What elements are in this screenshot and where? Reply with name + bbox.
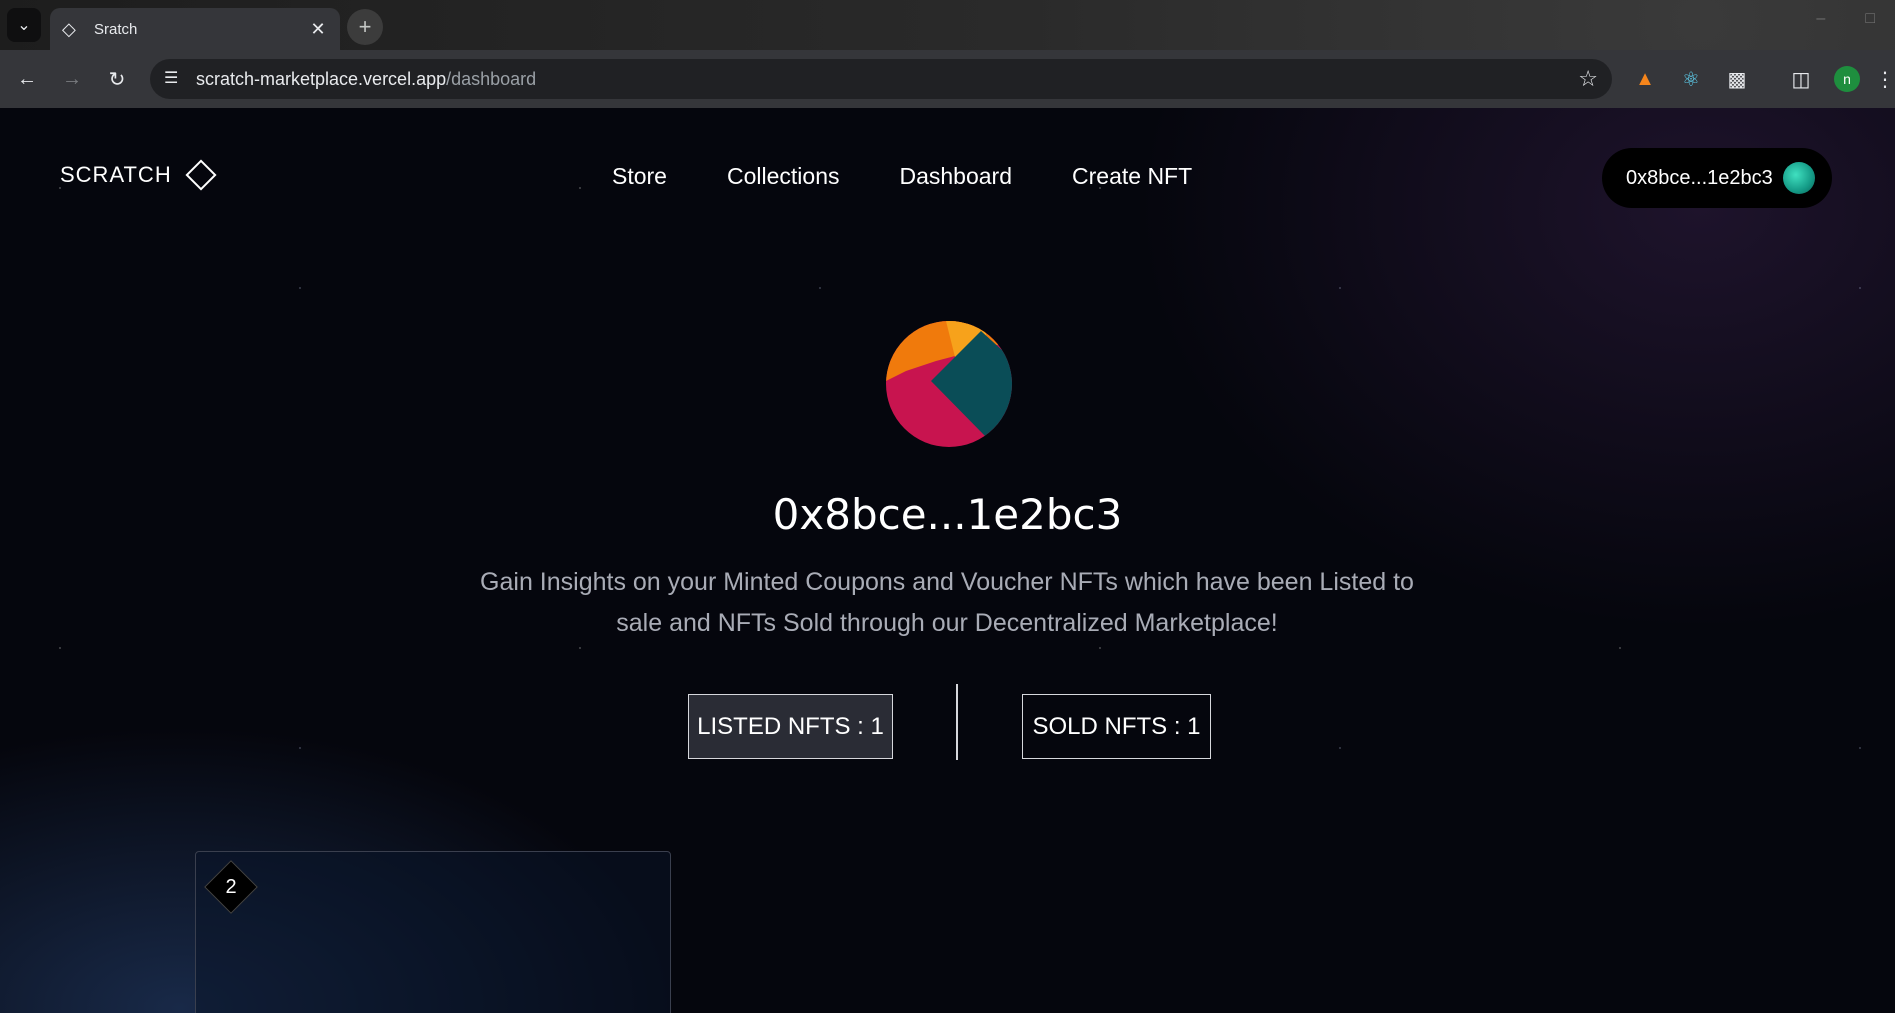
window-controls: – □ <box>1816 10 1875 28</box>
profile-jazzicon <box>886 321 1012 447</box>
react-extension-icon[interactable]: ⚛ <box>1676 64 1706 94</box>
minimize-icon[interactable]: – <box>1816 10 1825 28</box>
url-host: scratch-marketplace.vercel.app <box>196 68 447 89</box>
site-settings-icon[interactable]: ☰ <box>164 68 178 88</box>
profile-avatar[interactable]: n <box>1834 66 1860 92</box>
metamask-extension-icon[interactable]: ▲ <box>1630 64 1660 94</box>
arrow-left-icon: ← <box>17 67 37 90</box>
nft-badge-number: 2 <box>225 875 237 898</box>
tab-title: Sratch <box>94 20 138 38</box>
profile-description: Gain Insights on your Minted Coupons and… <box>480 568 1414 637</box>
diamond-logo-icon <box>185 159 217 191</box>
chevron-down-icon: ⌄ <box>17 17 31 34</box>
close-icon[interactable]: ✕ <box>308 19 328 40</box>
more-menu-icon[interactable]: ⋮ <box>1875 64 1895 94</box>
back-button[interactable]: ← <box>12 64 42 94</box>
sold-nfts-tab[interactable]: SOLD NFTS : 1 <box>1022 694 1211 759</box>
dashboard-page: SCRATCH Store Collections Dashboard Crea… <box>0 108 1895 1013</box>
url-path: /dashboard <box>446 68 537 89</box>
wallet-address: 0x8bce...1e2bc3 <box>1626 166 1773 189</box>
plus-icon: + <box>358 14 372 39</box>
browser-toolbar: ← → ↻ ☰ scratch-marketplace.vercel.app/d… <box>0 50 1895 108</box>
profile-address: 0x8bce...1e2bc3 <box>772 490 1123 539</box>
logo-text: SCRATCH <box>60 162 172 187</box>
maximize-icon[interactable]: □ <box>1865 10 1875 28</box>
reload-icon: ↻ <box>108 68 126 91</box>
address-bar[interactable]: ☰ scratch-marketplace.vercel.app/dashboa… <box>150 59 1612 99</box>
listed-nfts-tab[interactable]: LISTED NFTS : 1 <box>688 694 893 759</box>
nft-card[interactable]: 2 <box>195 851 671 1013</box>
stats-divider <box>956 684 958 760</box>
tab-strip: ⌄ ◇ Sratch ✕ + – □ <box>0 0 1895 50</box>
diamond-icon: ◇ <box>62 18 76 39</box>
wallet-avatar-icon <box>1782 162 1815 194</box>
forward-button[interactable]: → <box>57 64 87 94</box>
tab-search-button[interactable]: ⌄ <box>7 8 41 42</box>
nav-collections[interactable]: Collections <box>727 163 840 190</box>
main-nav: Store Collections Dashboard Create NFT <box>612 163 1252 190</box>
star-icon[interactable]: ☆ <box>1578 66 1598 92</box>
nav-dashboard[interactable]: Dashboard <box>899 163 1012 190</box>
browser-tab[interactable]: ◇ Sratch ✕ <box>50 8 340 50</box>
extensions-icon[interactable]: ▩ <box>1722 64 1752 94</box>
browser-chrome: ⌄ ◇ Sratch ✕ + – □ ← → ↻ ☰ scratch-marke… <box>0 0 1895 108</box>
wallet-button[interactable]: 0x8bce...1e2bc3 <box>1602 148 1832 208</box>
side-panel-icon[interactable]: ◫ <box>1786 64 1816 94</box>
site-logo[interactable]: SCRATCH <box>60 158 218 192</box>
arrow-right-icon: → <box>62 67 82 90</box>
nav-create-nft[interactable]: Create NFT <box>1072 163 1192 190</box>
new-tab-button[interactable]: + <box>347 9 383 45</box>
nav-store[interactable]: Store <box>612 163 667 190</box>
reload-button[interactable]: ↻ <box>102 64 132 94</box>
